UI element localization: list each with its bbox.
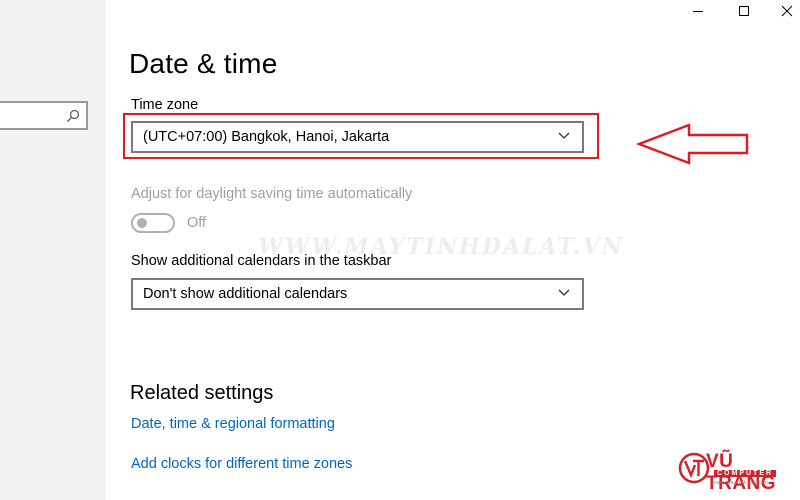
related-settings-title: Related settings — [130, 382, 274, 404]
minimize-icon — [693, 11, 703, 12]
logo-subtitle: COMPUTER — [714, 470, 777, 477]
maximize-icon — [739, 6, 749, 16]
daylight-saving-label: Adjust for daylight saving time automati… — [131, 186, 413, 202]
calendars-label: Show additional calendars in the taskbar — [131, 253, 392, 269]
logo-url: www.maytinhdalat.vn — [712, 480, 769, 486]
time-zone-label: Time zone — [131, 97, 199, 113]
brand-logo: VŨ TRANG COMPUTER www.maytinhdalat.vn — [678, 448, 796, 494]
regional-formatting-link[interactable]: Date, time & regional formatting — [131, 416, 335, 432]
add-clocks-link[interactable]: Add clocks for different time zones — [131, 456, 352, 472]
calendars-dropdown[interactable]: Don't show additional calendars — [131, 278, 584, 310]
chevron-down-icon — [558, 132, 570, 139]
pointer-arrow-icon — [636, 123, 749, 165]
close-icon — [781, 5, 793, 17]
chevron-down-icon — [558, 289, 570, 296]
page-title: Date & time — [129, 48, 278, 79]
time-zone-dropdown[interactable]: (UTC+07:00) Bangkok, Hanoi, Jakarta — [131, 121, 584, 153]
toggle-knob — [137, 218, 147, 228]
maximize-button[interactable] — [721, 0, 767, 22]
sidebar — [0, 0, 106, 500]
minimize-button[interactable] — [675, 0, 721, 22]
calendars-value: Don't show additional calendars — [143, 286, 348, 302]
search-input[interactable] — [0, 101, 88, 130]
search-icon — [67, 109, 80, 122]
time-zone-value: (UTC+07:00) Bangkok, Hanoi, Jakarta — [143, 129, 390, 145]
daylight-saving-toggle[interactable] — [131, 213, 175, 233]
close-button[interactable] — [764, 0, 800, 22]
toggle-state-label: Off — [187, 215, 207, 231]
